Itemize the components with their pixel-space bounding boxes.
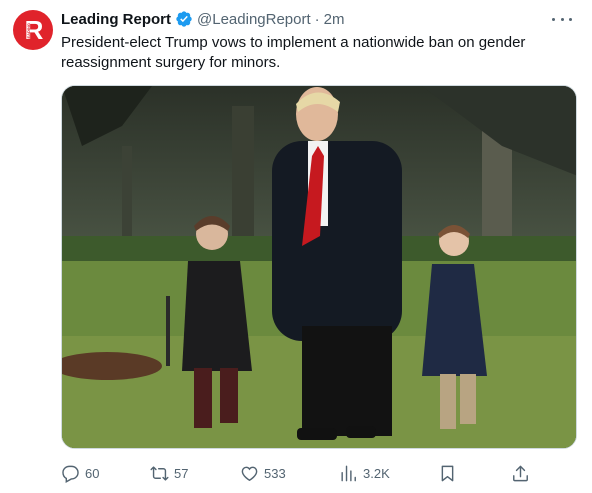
- avatar[interactable]: R LEADING: [13, 10, 53, 50]
- bar-chart-icon: [341, 465, 356, 481]
- user-handle[interactable]: @LeadingReport: [197, 11, 311, 28]
- repost-count: 57: [174, 465, 189, 481]
- ellipsis-icon: [552, 17, 555, 21]
- like-count: 533: [264, 465, 286, 481]
- share-button[interactable]: [511, 461, 530, 485]
- avatar-small-text: LEADING: [26, 23, 31, 41]
- display-name[interactable]: Leading Report: [61, 11, 171, 28]
- repost-arrows-icon: [150, 465, 169, 481]
- repost-button[interactable]: 57: [150, 461, 188, 485]
- separator-dot: ·: [314, 10, 320, 28]
- ellipsis-dot: [560, 17, 564, 21]
- bookmark-icon: [441, 465, 454, 481]
- tweet-text: President-elect Trump vows to implement …: [61, 34, 526, 71]
- upload-icon: [513, 465, 528, 481]
- photo-image: [62, 86, 576, 448]
- view-count: 3.2K: [363, 465, 390, 481]
- speech-bubble-icon: [62, 465, 79, 483]
- tweet-header: Leading Report @LeadingReport · 2m: [61, 9, 345, 29]
- reply-count: 60: [85, 465, 100, 481]
- action-bar: 60 57 533 3.2K: [61, 461, 536, 485]
- bookmark-button[interactable]: [438, 461, 457, 485]
- reply-button[interactable]: 60: [61, 461, 99, 485]
- timestamp[interactable]: 2m: [324, 11, 345, 28]
- ellipsis-dot: [569, 17, 572, 21]
- verified-badge-icon: [176, 11, 192, 27]
- like-button[interactable]: 533: [240, 461, 286, 485]
- views-button[interactable]: 3.2K: [339, 461, 390, 485]
- leading-report-logo: R LEADING: [25, 15, 44, 45]
- heart-icon: [241, 466, 258, 481]
- more-options-button[interactable]: [552, 12, 572, 26]
- tweet-photo[interactable]: [61, 85, 577, 449]
